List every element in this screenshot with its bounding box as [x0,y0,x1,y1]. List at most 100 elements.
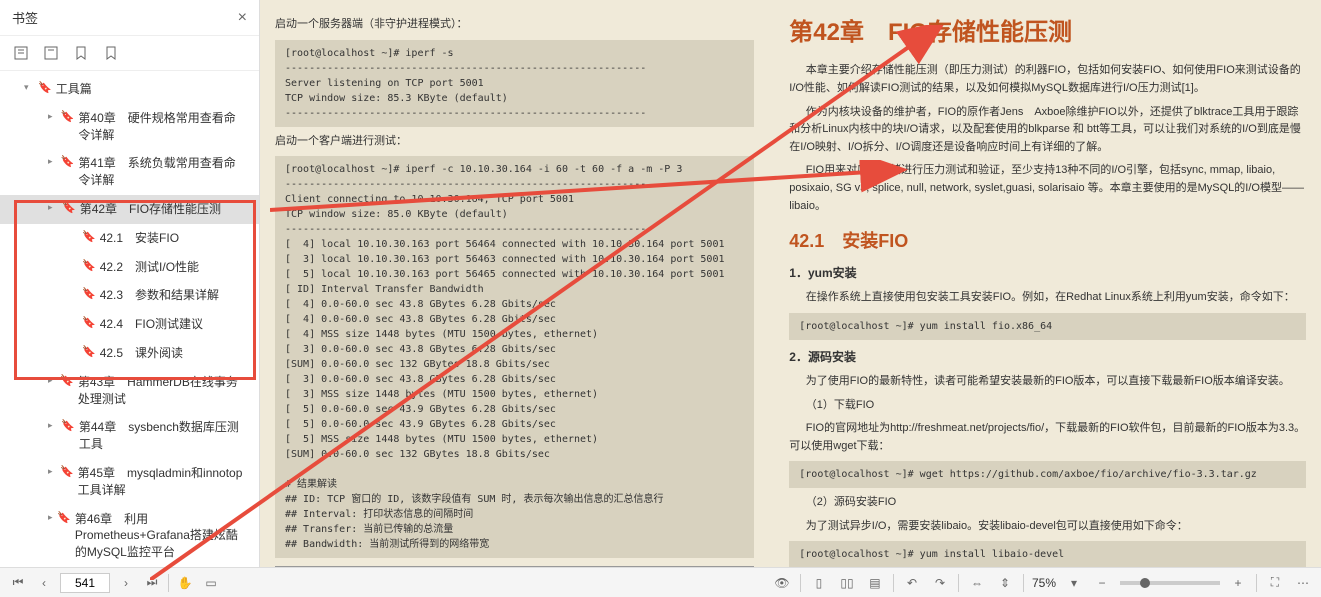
paragraph: （2）源码安装FIO [789,494,1306,512]
paragraph: 本章主要介绍存储性能压测（即压力测试）的利器FIO，包括如何安装FIO、如何使用… [789,62,1306,97]
view-mode-icon[interactable]: 👁 [772,573,792,593]
tree-item-label: 第46章 利用Prometheus+Grafana搭建炫酷的MySQL监控平台 [75,511,247,561]
divider [168,574,169,592]
fit-width-icon[interactable]: ⇔ [967,573,987,593]
tree-item-label: 第43章 HammerDB在线事务处理测试 [78,374,247,408]
fit-page-icon[interactable]: ⇕ [995,573,1015,593]
more-icon[interactable]: ⋯ [1293,573,1313,593]
divider [893,574,894,592]
chevron-down-icon: ▾ [24,81,34,94]
tree-item[interactable]: 🔖 42.4 FIO测试建议 [0,310,259,339]
paragraph: 在操作系统上直接使用包安装工具安装FIO。例如，在Redhat Linux系统上… [789,289,1306,307]
divider [1256,574,1257,592]
code-block: [root@localhost ~]# iperf -s -----------… [275,40,754,127]
page-number-input[interactable] [60,573,110,593]
tree-item[interactable]: ▸ 🔖 第45章 mysqladmin和innotop工具详解 [0,459,259,505]
chevron-icon: ▸ [48,374,56,387]
tree-item-label: 42.3 参数和结果详解 [100,287,219,304]
bookmark-icon: 🔖 [82,345,96,360]
chevron-icon: ▸ [48,110,57,123]
bookmark-icon: 🔖 [38,81,52,96]
bookmark-icon: 🔖 [62,201,76,216]
tree-item[interactable]: 🔖42.5 课外阅读 [0,339,259,368]
page-left: 启动一个服务器端（非守护进程模式）： [root@localhost ~]# i… [260,0,769,567]
chevron-icon: ▸ [48,465,56,478]
tree-item[interactable]: ▸ 🔖第41章 系统负载常用查看命令详解 [0,149,259,195]
fullscreen-icon[interactable]: ⛶ [1265,573,1285,593]
bookmark-icon[interactable] [72,44,90,62]
chevron-icon: ▸ [48,155,57,168]
tree-item-label: 第45章 mysqladmin和innotop工具详解 [78,465,247,499]
text-line: 启动一个客户端进行测试： [275,133,754,151]
sub-heading: 2．源码安装 [789,348,1306,367]
sidebar-title: 书签 [12,8,38,27]
tree-item[interactable]: ▸ 🔖 第44章 sysbench数据库压测工具 [0,413,259,459]
hand-tool-icon[interactable]: ✋ [175,573,195,593]
bookmark-icon: 🔖 [57,511,71,526]
paragraph: 为了测试异步I/O，需要安装libaio。安装libaio-devel包可以直接… [789,518,1306,536]
paragraph: 为了使用FIO的最新特性，读者可能希望安装最新的FIO版本，可以直接下载最新FI… [789,373,1306,391]
tree-item[interactable]: 🔖42.1 安装FIO [0,224,259,253]
document-viewport: 启动一个服务器端（非守护进程模式）： [root@localhost ~]# i… [260,0,1321,567]
tree-item[interactable]: ▸ 🔖 第46章 利用Prometheus+Grafana搭建炫酷的MySQL监控平… [0,505,259,567]
code-block: [root@localhost ~]# wget https://github.… [789,461,1306,488]
bookmark-icon: 🔖 [82,287,96,302]
paragraph: 作为内核块设备的维护者，FIO的原作者Jens Axboe除维护FIO以外，还提… [789,104,1306,157]
sidebar-toolbar [0,36,259,71]
bookmark-tree: ▾ 🔖 工具篇 ▸🔖第40章 硬件规格常用查看命令详解▸🔖第41章 系统负载常用… [0,71,259,567]
chevron-icon: ▸ [48,511,53,524]
tree-item-label: 第41章 系统负载常用查看命令详解 [78,155,247,189]
tree-root[interactable]: ▾ 🔖 工具篇 [0,75,259,104]
tree-item[interactable]: 🔖 42.3 参数和结果详解 [0,281,259,310]
tree-item[interactable]: ▸ 🔖 第43章 HammerDB在线事务处理测试 [0,368,259,414]
continuous-icon[interactable]: ▤ [865,573,885,593]
bookmark-icon: 🔖 [60,374,74,389]
bookmark-icon: 🔖 [61,155,75,170]
bookmarks-sidebar: 书签 × ▾ 🔖 工具篇 ▸🔖第40章 硬件规格常用查看命令详解▸🔖第41章 系… [0,0,260,567]
tree-item[interactable]: 🔖 42.2 测试I/O性能 [0,253,259,282]
outline-icon[interactable] [12,44,30,62]
tree-item-label: 第42章 FIO存储性能压测 [80,201,221,218]
zoom-slider[interactable] [1120,581,1220,585]
chevron-icon: ▸ [48,419,57,432]
tree-item-label: 第40章 硬件规格常用查看命令详解 [78,110,247,144]
bookmark-icon: 🔖 [82,259,96,274]
outline2-icon[interactable] [42,44,60,62]
tree-item-label: 42.2 测试I/O性能 [100,259,199,276]
single-page-icon[interactable]: ▯ [809,573,829,593]
next-page-button[interactable]: › [116,573,136,593]
rotate-right-icon[interactable]: ↷ [930,573,950,593]
tree-item-label: 第44章 sysbench数据库压测工具 [79,419,247,453]
close-icon[interactable]: × [238,9,247,27]
select-tool-icon[interactable]: ▭ [201,573,221,593]
rotate-left-icon[interactable]: ↶ [902,573,922,593]
code-block: [root@localhost ~]# iperf -c 10.10.30.16… [275,156,754,558]
bookmark-icon: 🔖 [82,316,96,331]
tree-item[interactable]: ▸🔖第40章 硬件规格常用查看命令详解 [0,104,259,150]
first-page-button[interactable]: ⏮ [8,573,28,593]
last-page-button[interactable]: ⏭ [142,573,162,593]
paragraph: （1）下载FIO [789,397,1306,415]
sub-heading: 1．yum安装 [789,264,1306,283]
code-block: [root@localhost ~]# yum install libaio-d… [789,541,1306,567]
zoom-out-button[interactable]: − [1092,573,1112,593]
code-block: [root@localhost ~]# yum install fio.x86_… [789,313,1306,340]
bottom-toolbar: ⏮ ‹ › ⏭ ✋ ▭ 👁 ▯ ▯▯ ▤ ↶ ↷ ⇔ ⇕ 75% ▾ − + ⛶… [0,567,1321,597]
prev-page-button[interactable]: ‹ [34,573,54,593]
section-title: 42.1 安装FIO [789,227,1306,256]
zoom-in-button[interactable]: + [1228,573,1248,593]
bookmark-icon: 🔖 [61,419,75,434]
zoom-dropdown-icon[interactable]: ▾ [1064,573,1084,593]
chapter-title: 第42章 FIO存储性能压测 [789,14,1306,52]
tree-item-label: 42.4 FIO测试建议 [100,316,203,333]
bookmark2-icon[interactable] [102,44,120,62]
tree-root-label: 工具篇 [56,81,92,98]
divider [800,574,801,592]
zoom-level: 75% [1032,576,1056,590]
tree-item-label: 42.1 安装FIO [100,230,179,247]
paragraph: FIO用来对底层存储进行压力测试和验证，至少支持13种不同的I/O引擎，包括sy… [789,162,1306,215]
two-page-icon[interactable]: ▯▯ [837,573,857,593]
page-right: 第42章 FIO存储性能压测 本章主要介绍存储性能压测（即压力测试）的利器FIO… [769,0,1321,567]
bookmark-icon: 🔖 [60,465,74,480]
tree-item[interactable]: ▸🔖第42章 FIO存储性能压测 [0,195,259,224]
